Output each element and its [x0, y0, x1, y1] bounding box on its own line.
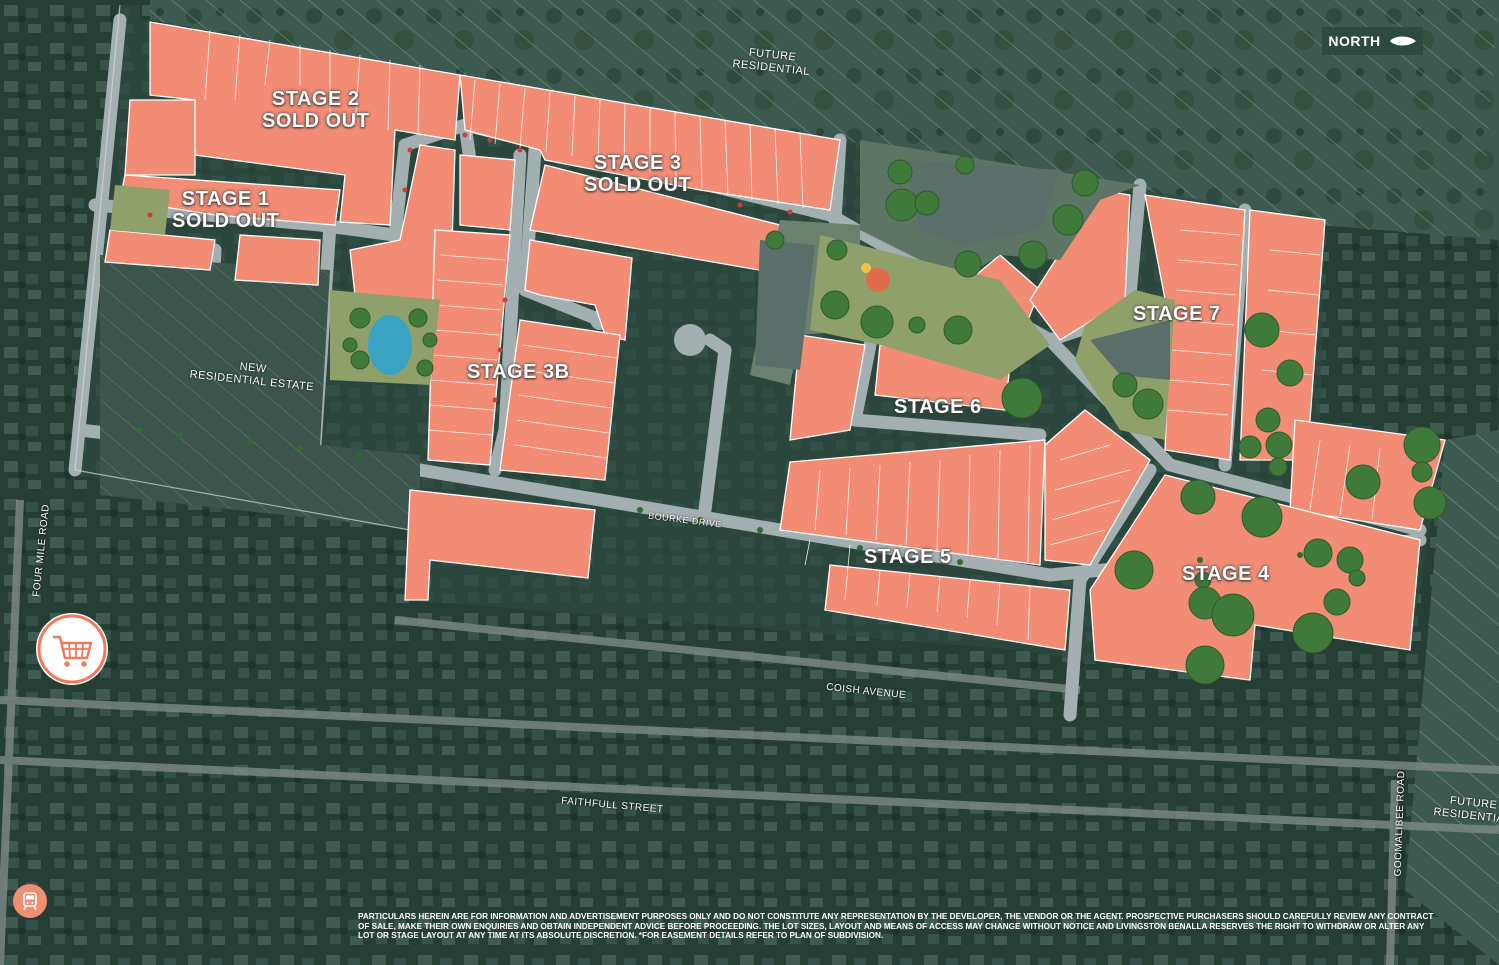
shopping-marker[interactable] [36, 613, 108, 685]
stage-7-label[interactable]: STAGE 7 [1133, 303, 1221, 325]
stage-6-label[interactable]: STAGE 6 [894, 396, 982, 418]
shopping-cart-icon [37, 614, 107, 684]
stage-1-status: SOLD OUT [172, 210, 280, 232]
stage-3-status: SOLD OUT [584, 174, 692, 196]
map-base [0, 0, 1499, 965]
stage-3b-label[interactable]: STAGE 3B [467, 361, 570, 383]
stage-3-label[interactable]: STAGE 3 SOLD OUT [584, 152, 691, 196]
north-arrow-icon [1389, 36, 1416, 46]
stage-4-label[interactable]: STAGE 4 [1182, 563, 1270, 585]
stage-5-title: STAGE 5 [864, 546, 952, 568]
disclaimer-text: PARTICULARS HEREIN ARE FOR INFORMATION A… [358, 912, 1434, 941]
stage-6-title: STAGE 6 [894, 396, 982, 418]
stage-1-label[interactable]: STAGE 1 SOLD OUT [172, 188, 279, 232]
stage-2-status: SOLD OUT [262, 110, 370, 132]
stage-1-title: STAGE 1 [181, 188, 270, 210]
stage-3-title: STAGE 3 [593, 152, 682, 174]
north-compass: NORTH [1322, 27, 1423, 55]
stage-7-title: STAGE 7 [1133, 303, 1221, 325]
stage-5-label[interactable]: STAGE 5 [864, 546, 952, 568]
stage-2-title: STAGE 2 [271, 88, 360, 110]
train-marker[interactable] [13, 884, 47, 918]
stage-2-label[interactable]: STAGE 2 SOLD OUT [262, 88, 369, 132]
stage-3b-title: STAGE 3B [467, 361, 570, 383]
train-icon [23, 892, 37, 911]
masterplan-map[interactable]: NORTH STAGE 2 SOLD OUT STAGE 1 SOLD OUT … [0, 0, 1499, 965]
north-label: NORTH [1328, 33, 1381, 49]
stage-4-title: STAGE 4 [1182, 563, 1270, 585]
